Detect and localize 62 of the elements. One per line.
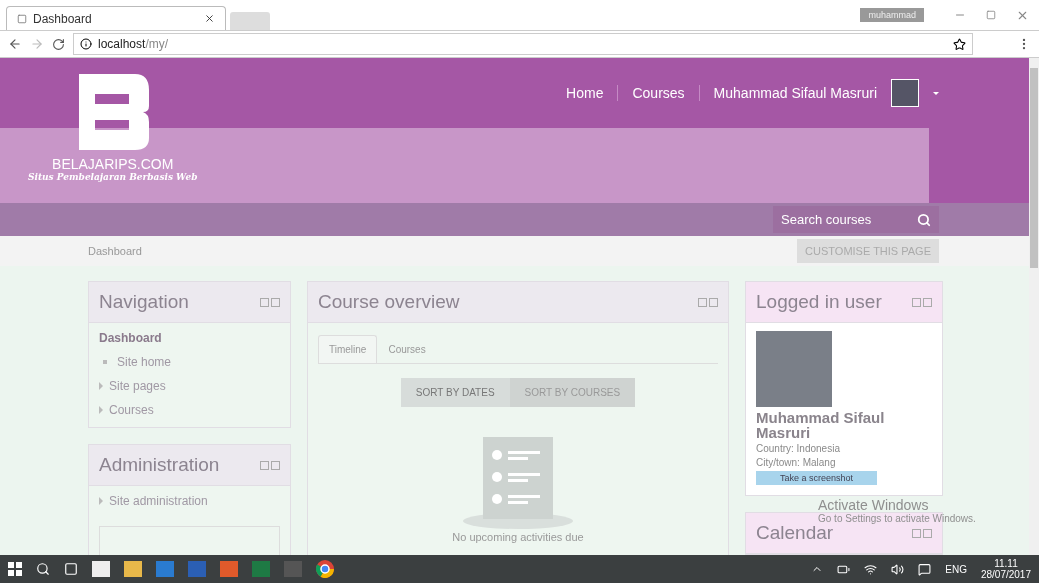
nav-item[interactable]: Dashboard xyxy=(99,331,162,345)
nav-item[interactable]: Site pages xyxy=(109,379,166,393)
nav-item[interactable]: Courses xyxy=(109,403,154,417)
page-icon xyxy=(17,13,27,24)
tab[interactable]: Courses xyxy=(377,335,437,363)
block-controls-icon[interactable] xyxy=(260,297,280,307)
block-controls-icon[interactable] xyxy=(260,460,280,470)
user-menu-link[interactable]: Muhammad Sifaul Masruri xyxy=(713,85,877,101)
block-controls-icon[interactable] xyxy=(912,528,932,538)
nav-item[interactable]: Site home xyxy=(117,355,172,369)
block-title: Navigation xyxy=(99,291,189,313)
avatar-placeholder[interactable] xyxy=(891,79,919,107)
expand-arrow-icon[interactable] xyxy=(99,382,103,390)
restore-icon[interactable] xyxy=(986,10,996,20)
task-view-icon[interactable] xyxy=(64,562,78,576)
user-name: Muhammad Sifaul Masruri xyxy=(756,410,886,440)
nav-link[interactable]: Courses xyxy=(632,85,685,101)
nav-item[interactable]: Site administration xyxy=(109,494,208,508)
volume-icon[interactable] xyxy=(891,562,905,576)
sort-button[interactable]: SORT BY COURSES xyxy=(509,378,636,407)
bullet-icon xyxy=(103,360,107,364)
user-country: Country: Indonesia xyxy=(756,443,841,454)
expand-arrow-icon[interactable] xyxy=(99,406,103,414)
search-icon[interactable] xyxy=(36,562,50,576)
activation-title: Activate Windows xyxy=(818,497,930,513)
empty-list-icon xyxy=(463,437,573,529)
nav-link[interactable]: Home xyxy=(566,85,604,101)
windows-start-icon[interactable] xyxy=(8,562,22,576)
user-city: City/town: Malang xyxy=(756,457,837,468)
browser-tab[interactable]: Dashboard xyxy=(6,6,226,30)
site-name: BELAJARIPS.COM xyxy=(52,156,174,172)
scrollbar-thumb[interactable] xyxy=(1030,68,1038,268)
close-icon[interactable] xyxy=(204,13,215,24)
block-controls-icon[interactable] xyxy=(912,297,932,307)
activation-message: Go to Settings to activate Windows. xyxy=(818,513,976,524)
back-icon[interactable] xyxy=(8,37,22,51)
address-field[interactable]: localhost/my/ xyxy=(73,33,973,55)
profile-badge[interactable]: muhammad xyxy=(860,8,924,22)
block-title: Administration xyxy=(99,454,220,476)
search-field[interactable]: Search courses xyxy=(773,206,939,233)
block-title: Calendar xyxy=(756,522,834,544)
caret-icon[interactable] xyxy=(933,91,939,95)
block-controls-icon[interactable] xyxy=(698,297,718,307)
chrome-app-icon[interactable] xyxy=(316,560,334,578)
language-indicator[interactable]: ENG xyxy=(945,563,967,575)
reload-icon[interactable] xyxy=(52,37,65,51)
expand-arrow-icon[interactable] xyxy=(99,497,103,505)
wifi-icon[interactable] xyxy=(864,562,878,576)
info-icon[interactable] xyxy=(80,38,92,50)
notification-icon[interactable] xyxy=(918,562,932,576)
search-icon[interactable] xyxy=(917,212,931,227)
block-title: Logged in user xyxy=(756,291,882,313)
breadcrumb-link[interactable]: Dashboard xyxy=(88,245,142,257)
tab[interactable]: Timeline xyxy=(318,335,378,363)
sort-button[interactable]: SORT BY DATES xyxy=(400,378,510,407)
empty-message: No upcoming activities due xyxy=(452,531,584,543)
tooltip: Take a screenshot xyxy=(756,471,878,485)
bookmark-star-icon[interactable] xyxy=(953,37,966,51)
forward-icon[interactable] xyxy=(30,37,44,51)
clock[interactable]: 11.11 28/07/2017 xyxy=(980,558,1031,580)
block-title: Course overview xyxy=(318,291,460,313)
site-tagline: Situs Pembelajaran Berbasis Web xyxy=(28,172,198,182)
